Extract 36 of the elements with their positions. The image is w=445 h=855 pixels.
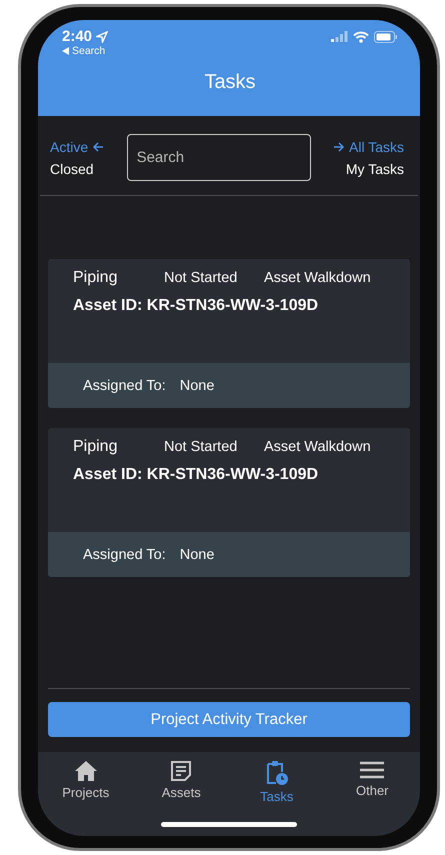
- search-field[interactable]: Search: [126, 134, 311, 181]
- screen-title: Tasks: [204, 71, 256, 94]
- menu-icon: [359, 760, 386, 780]
- scope-filter-option[interactable]: All Tasks: [333, 138, 404, 154]
- asset-id: Asset ID: KR-STN36-WW-3-109D: [73, 297, 320, 315]
- signal-icon: [331, 31, 348, 42]
- arrow-left-icon: [92, 142, 104, 152]
- assigned-label: Assigned To:: [83, 378, 166, 394]
- scope-filter-option[interactable]: My Tasks: [346, 160, 404, 176]
- tab-bar-item[interactable]: Assets: [134, 760, 229, 804]
- status-filter-option[interactable]: Active: [50, 138, 104, 154]
- tab-bar-item[interactable]: Tasks: [229, 760, 324, 804]
- task-status: Not Started: [164, 439, 238, 455]
- location-arrow-icon: [96, 30, 108, 42]
- arrow-right-icon: [333, 142, 345, 152]
- task-type: Asset Walkdown: [264, 439, 371, 455]
- note-icon: [170, 760, 192, 782]
- task-card[interactable]: Piping Not Started Asset Walkdown Asset ID: KR-STN36-WW-3-109D Assigned To: None: [48, 428, 410, 577]
- status-time: 2:40: [62, 28, 92, 45]
- tab-bar-item[interactable]: Projects: [38, 760, 134, 804]
- house-icon: [74, 760, 98, 782]
- task-status: Not Started: [164, 270, 238, 286]
- assigned-value: None: [180, 378, 214, 394]
- back-triangle-icon: [62, 47, 69, 55]
- task-category: Piping: [73, 269, 118, 287]
- tab-bar-item[interactable]: Other: [324, 760, 420, 804]
- status-filter-option[interactable]: Closed: [50, 160, 104, 176]
- assigned-label: Assigned To:: [83, 546, 166, 562]
- task-card[interactable]: Piping Not Started Asset Walkdown Asset ID: KR-STN36-WW-3-109D Assigned To: None: [48, 259, 410, 408]
- wifi-icon: [353, 30, 369, 42]
- clipboard-clock-icon: [264, 760, 289, 786]
- task-type: Asset Walkdown: [264, 270, 371, 286]
- asset-id: Asset ID: KR-STN36-WW-3-109D: [73, 466, 320, 484]
- assigned-value: None: [180, 546, 214, 562]
- task-category: Piping: [73, 438, 118, 456]
- battery-icon: [374, 30, 398, 42]
